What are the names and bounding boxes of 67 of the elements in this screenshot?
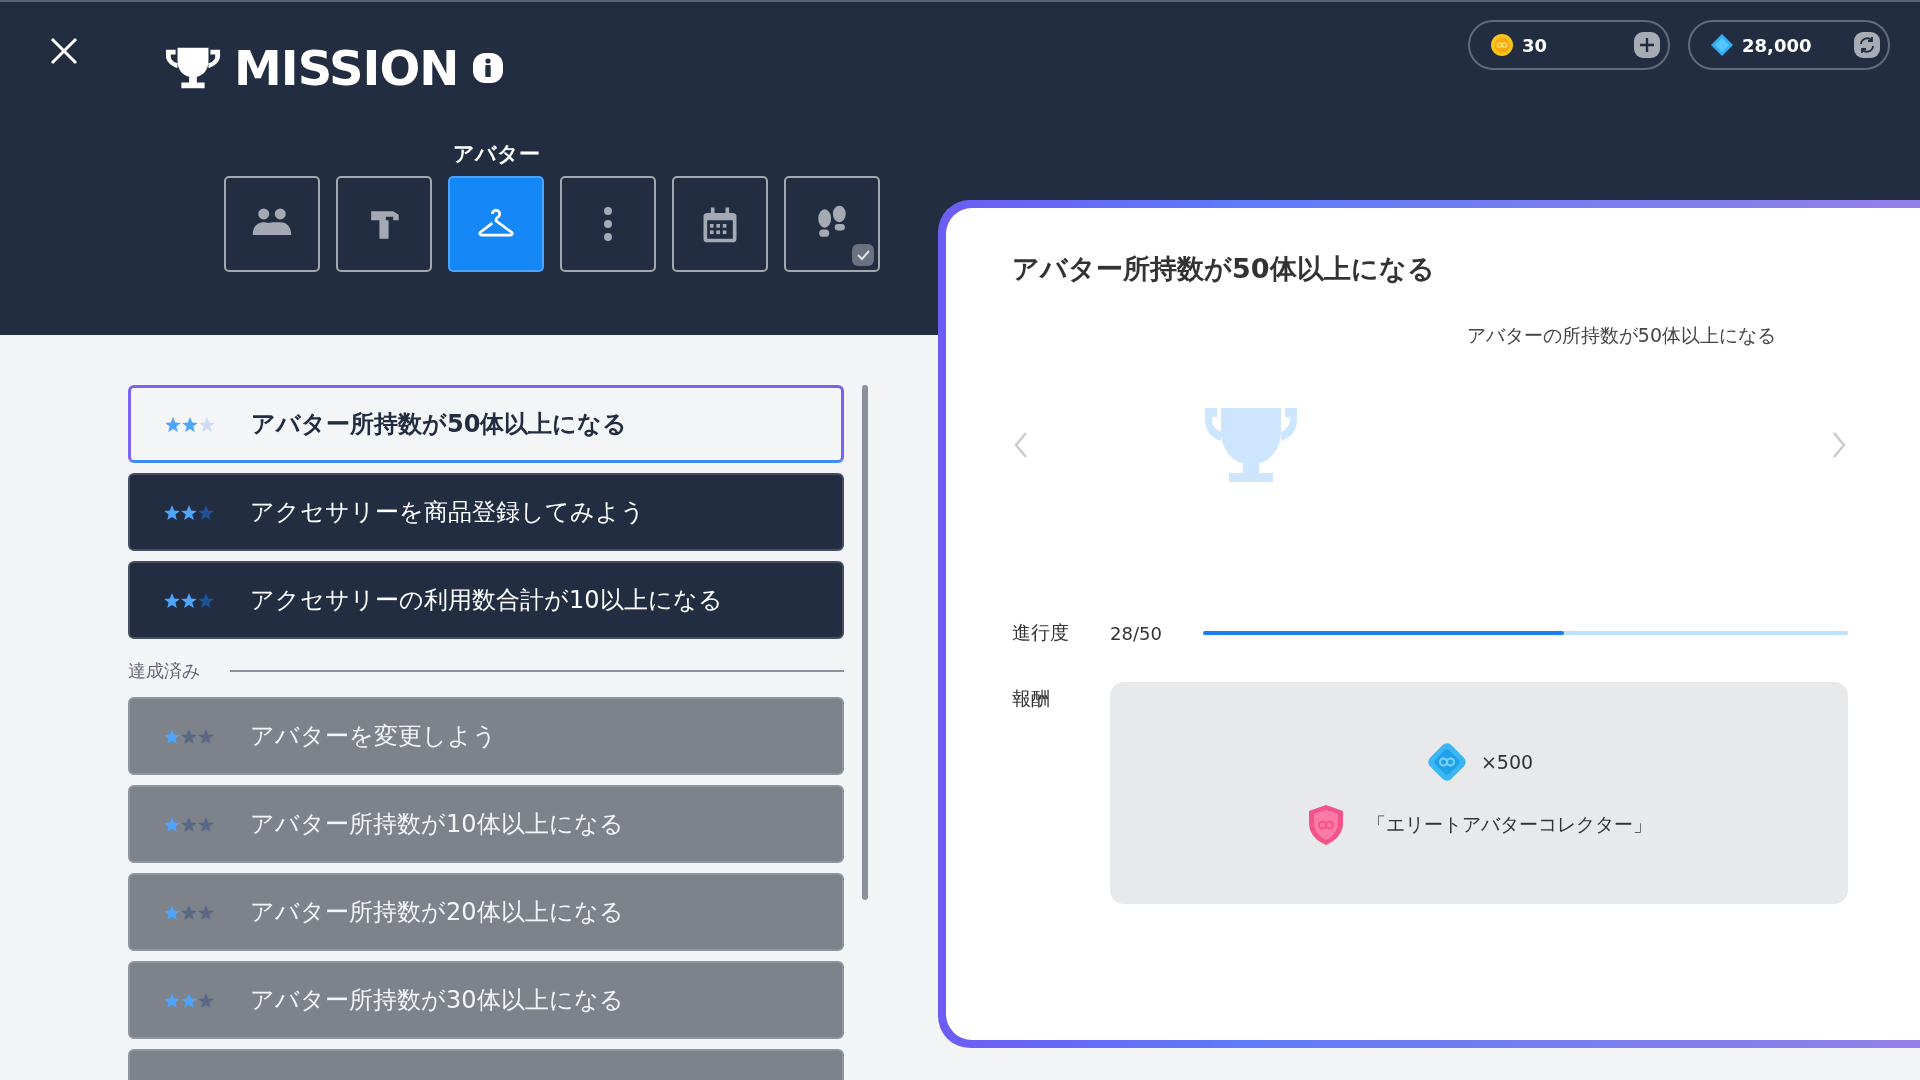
category-tab[interactable] bbox=[336, 176, 432, 272]
star-icon bbox=[181, 728, 197, 744]
star-icon bbox=[198, 728, 214, 744]
star-icon bbox=[199, 416, 215, 432]
currency-amount: 30 bbox=[1522, 34, 1549, 56]
trophy-icon bbox=[1205, 408, 1297, 482]
star-icon bbox=[181, 992, 197, 1008]
section-label: 達成済み bbox=[128, 659, 200, 683]
scrollbar[interactable] bbox=[862, 385, 868, 900]
refresh-button[interactable] bbox=[1854, 32, 1880, 58]
mission-item[interactable]: アバター所持数が20体以上になる bbox=[128, 873, 844, 951]
trophy-icon bbox=[164, 45, 222, 91]
progress-reading: 28/50 bbox=[1110, 622, 1163, 644]
mission-title: アバター所持数が20体以上になる bbox=[250, 897, 624, 928]
mission-title: アクセサリーの利用数合計が10以上になる bbox=[250, 585, 723, 616]
star-icon bbox=[182, 416, 198, 432]
star-icon bbox=[164, 504, 180, 520]
mission-description: アバターの所持数が50体以上になる bbox=[1466, 323, 1776, 348]
star-icon bbox=[165, 416, 181, 432]
star-icon bbox=[164, 592, 180, 608]
reward-text: 「エリートアバターコレクター」 bbox=[1366, 812, 1652, 837]
close-button[interactable] bbox=[49, 36, 79, 66]
mission-item[interactable]: アバター所持数が50体以上になる bbox=[128, 385, 844, 463]
reward-text: ×500 bbox=[1480, 751, 1534, 773]
star-icon bbox=[198, 904, 214, 920]
tab-label: アバター bbox=[452, 141, 540, 168]
category-tab[interactable] bbox=[560, 176, 656, 272]
mission-title: アクセサリーを商品登録してみよう bbox=[250, 497, 645, 528]
star-icon bbox=[164, 728, 180, 744]
mission-title: アバター所持数が50体以上になる bbox=[1012, 252, 1436, 286]
star-icon bbox=[198, 504, 214, 520]
star-icon bbox=[164, 816, 180, 832]
currency-amount: 28,000 bbox=[1742, 34, 1813, 56]
mission-item[interactable]: アクセサリーを商品登録してみよう bbox=[128, 473, 844, 551]
star-icon bbox=[198, 592, 214, 608]
mission-title: アバター所持数が30体以上になる bbox=[250, 985, 624, 1016]
checkmark-badge-icon bbox=[852, 244, 874, 266]
star-icon bbox=[181, 592, 197, 608]
category-tab[interactable] bbox=[224, 176, 320, 272]
star-icon bbox=[164, 904, 180, 920]
category-tab[interactable] bbox=[672, 176, 768, 272]
gem-icon bbox=[1710, 33, 1734, 57]
star-icon bbox=[181, 816, 197, 832]
shield-badge-icon bbox=[1306, 804, 1345, 846]
mission-title: アバター所持数が50体以上になる bbox=[251, 409, 628, 440]
plus-icon bbox=[1637, 35, 1657, 55]
page-title: MISSION bbox=[234, 40, 459, 96]
refresh-icon bbox=[1857, 35, 1877, 55]
more-icon bbox=[604, 207, 612, 241]
category-tab[interactable] bbox=[784, 176, 880, 272]
mission-title: アバターを変更しよう bbox=[250, 721, 497, 752]
star-icon bbox=[164, 992, 180, 1008]
info-icon[interactable] bbox=[472, 52, 505, 84]
star-icon bbox=[198, 816, 214, 832]
mission-item[interactable]: アクセサリーの利用数合計が10以上になる bbox=[128, 561, 844, 639]
star-icon bbox=[181, 904, 197, 920]
mission-item[interactable]: アバターを変更しよう bbox=[128, 697, 844, 775]
coin-icon bbox=[1490, 33, 1514, 57]
star-icon bbox=[198, 992, 214, 1008]
star-icon bbox=[181, 504, 197, 520]
mission-title: アバター所持数が10体以上になる bbox=[250, 809, 624, 840]
reward-label: 報酬 bbox=[1012, 686, 1051, 711]
progress-label: 進行度 bbox=[1012, 620, 1070, 645]
add-button[interactable] bbox=[1634, 32, 1660, 58]
mission-item[interactable]: アバター所持数が30体以上になる bbox=[128, 961, 844, 1039]
category-tab[interactable] bbox=[448, 176, 544, 272]
mission-item[interactable]: アバター所持数が10体以上になる bbox=[128, 785, 844, 863]
